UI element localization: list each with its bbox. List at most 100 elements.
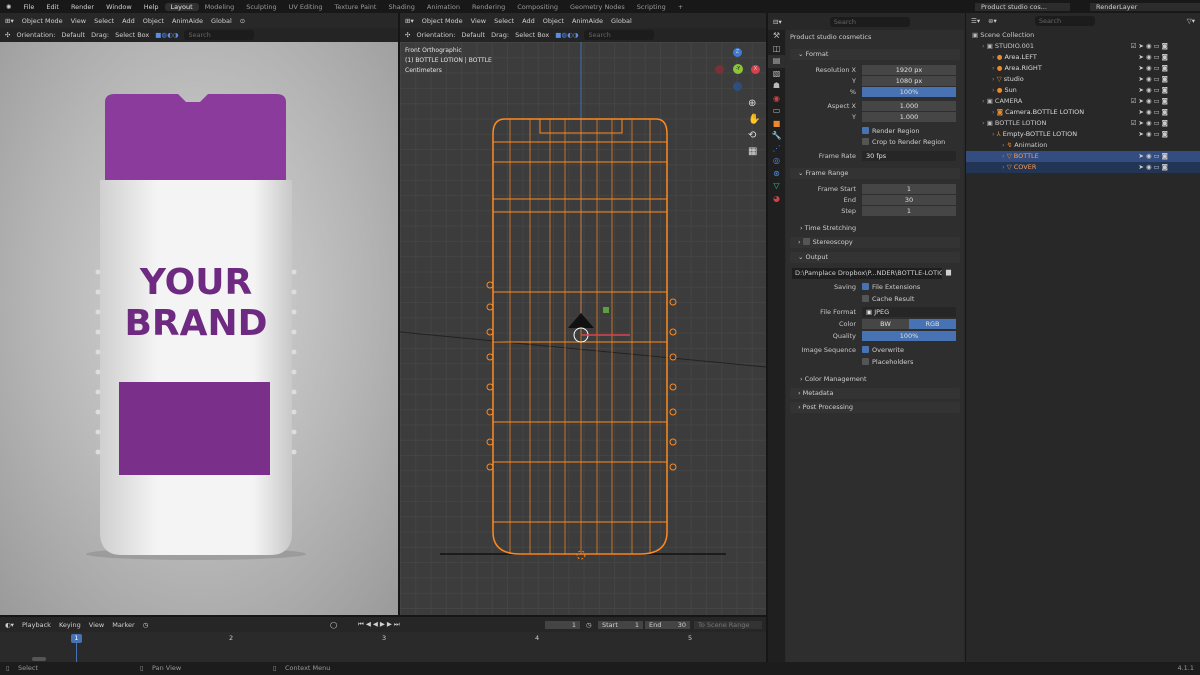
expand-icon[interactable]: › — [966, 75, 995, 83]
tab-layout[interactable]: Layout — [164, 2, 199, 11]
3d-viewport[interactable]: Front Orthographic (1) BOTTLE LOTION | B… — [400, 42, 766, 615]
section-post-processing[interactable]: › Post Processing — [790, 402, 960, 413]
visibility-icons[interactable]: ➤◉▭◙ — [1138, 74, 1170, 85]
menu-add[interactable]: Add — [122, 17, 135, 25]
menu-view[interactable]: View — [89, 621, 104, 629]
overwrite-checkbox[interactable]: Overwrite — [862, 345, 904, 355]
color-bw-button[interactable]: BW — [862, 319, 909, 329]
menu-help[interactable]: Help — [138, 3, 165, 11]
modifier-tab-icon[interactable]: 🔧 — [768, 130, 785, 143]
aspect-x-field[interactable]: 1.000 — [862, 101, 956, 111]
visibility-icons[interactable]: ➤◉▭◙ — [1138, 151, 1170, 162]
outliner-row[interactable]: › ● Area.RIGHT ➤◉▭◙ — [966, 63, 1200, 74]
current-frame-field[interactable]: 1 — [545, 620, 580, 629]
ortho-grid-icon[interactable]: ▦ — [748, 144, 760, 160]
editor-type-icon[interactable]: ◐▾ — [5, 621, 14, 629]
file-format-select[interactable]: ▣ JPEG — [862, 307, 956, 317]
expand-icon[interactable]: › — [966, 141, 1005, 149]
filter-icon[interactable]: ▽▾ — [1187, 17, 1195, 25]
expand-icon[interactable]: › — [966, 42, 985, 50]
display-mode-icon[interactable]: ⊜▾ — [988, 17, 997, 25]
gizmo-z[interactable]: Z — [733, 48, 742, 57]
camera-view[interactable]: YOUR BRAND — [0, 42, 398, 615]
section-format[interactable]: ⌄ Format — [790, 49, 960, 60]
section-frame-range[interactable]: ⌄ Frame Range — [790, 168, 960, 179]
outliner-row[interactable]: › ↯ Animation — [966, 140, 1200, 151]
pan-hand-icon[interactable]: ✋ — [748, 112, 760, 128]
expand-icon[interactable]: › — [966, 119, 985, 127]
menu-edit[interactable]: Edit — [40, 3, 65, 11]
outliner-row[interactable]: › ⅄ Empty-BOTTLE LOTION ➤◉▭◙ — [966, 129, 1200, 140]
outliner-row[interactable]: › ▣ BOTTLE LOTION ☑➤◉▭◙ — [966, 118, 1200, 129]
blender-logo-icon[interactable]: ✺ — [0, 3, 17, 11]
menu-object[interactable]: Object — [543, 17, 564, 25]
visibility-icons[interactable]: ➤◉▭◙ — [1138, 52, 1170, 63]
color-management-subpanel[interactable]: › Color Management — [800, 374, 867, 384]
expand-icon[interactable]: › — [966, 86, 995, 94]
menu-select[interactable]: Select — [94, 17, 114, 25]
visibility-icons[interactable]: ➤◉▭◙ — [1138, 85, 1170, 96]
mode-selector[interactable]: Object Mode — [422, 17, 463, 25]
record-icon[interactable]: ◯ — [330, 621, 337, 629]
crop-checkbox[interactable]: Crop to Render Region — [862, 137, 945, 147]
world-tab-icon[interactable]: ◉ — [768, 93, 785, 106]
end-frame-field[interactable]: End 30 — [645, 620, 690, 629]
menu-object[interactable]: Object — [143, 17, 164, 25]
section-metadata[interactable]: › Metadata — [790, 388, 960, 399]
menu-view[interactable]: View — [471, 17, 486, 25]
output-path-field[interactable]: D:\Pamplace Dropbox\P...NDER\BOTTLE-LOTI… — [792, 268, 942, 279]
shading-icons[interactable]: ■◍◐◑ — [155, 31, 178, 39]
render-region-checkbox[interactable]: Render Region — [862, 126, 919, 136]
outliner-row[interactable]: › ▣ STUDIO.001 ☑➤◉▭◙ — [966, 41, 1200, 52]
outliner-row[interactable]: › ● Sun ➤◉▭◙ — [966, 85, 1200, 96]
expand-icon[interactable]: › — [966, 130, 995, 138]
visibility-icons[interactable]: ➤◉▭◙ — [1138, 107, 1170, 118]
menu-window[interactable]: Window — [100, 3, 138, 11]
gizmo-neg-z[interactable] — [733, 82, 742, 91]
scene-tab-icon[interactable]: ☗ — [768, 80, 785, 93]
frame-rate-select[interactable]: 30 fps — [862, 151, 956, 161]
collection-tab-icon[interactable]: ▭ — [768, 105, 785, 118]
zoom-icon[interactable]: ⊕ — [748, 96, 760, 112]
time-stretching-subpanel[interactable]: › Time Stretching — [800, 223, 856, 233]
physics-tab-icon[interactable]: ◎ — [768, 155, 785, 168]
expand-icon[interactable]: › — [966, 163, 1005, 171]
gizmo-x[interactable]: X — [751, 65, 760, 74]
tab-compositing[interactable]: Compositing — [511, 3, 564, 11]
tab-uv-editing[interactable]: UV Editing — [283, 3, 329, 11]
constraints-tab-icon[interactable]: ⊛ — [768, 168, 785, 181]
auto-key-icon[interactable]: ◷ — [143, 621, 149, 629]
expand-icon[interactable]: › — [966, 152, 1005, 160]
visibility-icons[interactable]: ➤◉▭◙ — [1138, 162, 1170, 173]
properties-search[interactable]: Search — [829, 16, 910, 27]
add-workspace-icon[interactable]: + — [672, 3, 689, 11]
aspect-y-field[interactable]: 1.000 — [862, 112, 956, 122]
folder-icon[interactable]: ▆ — [946, 268, 951, 276]
res-pct-field[interactable]: 100% — [862, 87, 956, 97]
frame-start-field[interactable]: 1 — [862, 184, 956, 194]
view-layer-tab-icon[interactable]: ▧ — [768, 68, 785, 81]
outliner-row[interactable]: › ▽ COVER ➤◉▭◙ — [966, 162, 1200, 173]
menu-select[interactable]: Select — [494, 17, 514, 25]
visibility-icons[interactable]: ☑➤◉▭◙ — [1131, 41, 1170, 52]
gizmo-y[interactable]: -Y — [733, 64, 743, 74]
expand-icon[interactable]: › — [966, 53, 995, 61]
color-rgb-button[interactable]: RGB — [909, 319, 956, 329]
placeholders-checkbox[interactable]: Placeholders — [862, 357, 913, 367]
outliner-row[interactable]: ▣ Scene Collection — [966, 30, 1200, 41]
tab-modeling[interactable]: Modeling — [199, 3, 241, 11]
particles-tab-icon[interactable]: ⋰ — [768, 143, 785, 156]
tab-shading[interactable]: Shading — [382, 3, 420, 11]
to-scene-range-button[interactable]: To Scene Range — [694, 620, 762, 629]
tool-tab-icon[interactable]: ⚒ — [768, 30, 785, 43]
cache-result-checkbox[interactable]: Cache Result — [862, 294, 914, 304]
menu-animaide[interactable]: AnimAide — [172, 17, 203, 25]
tab-geometry-nodes[interactable]: Geometry Nodes — [564, 3, 631, 11]
editor-type-icon[interactable]: ⊞▾ — [5, 17, 14, 25]
playback-controls[interactable]: ⏮◀◀▶▶⏭ — [358, 620, 402, 629]
menu-view[interactable]: View — [71, 17, 86, 25]
frame-end-field[interactable]: 30 — [862, 195, 956, 205]
gizmo-neg-x[interactable] — [715, 65, 724, 74]
menu-marker[interactable]: Marker — [112, 621, 134, 629]
outliner-row[interactable]: › ▽ studio ➤◉▭◙ — [966, 74, 1200, 85]
